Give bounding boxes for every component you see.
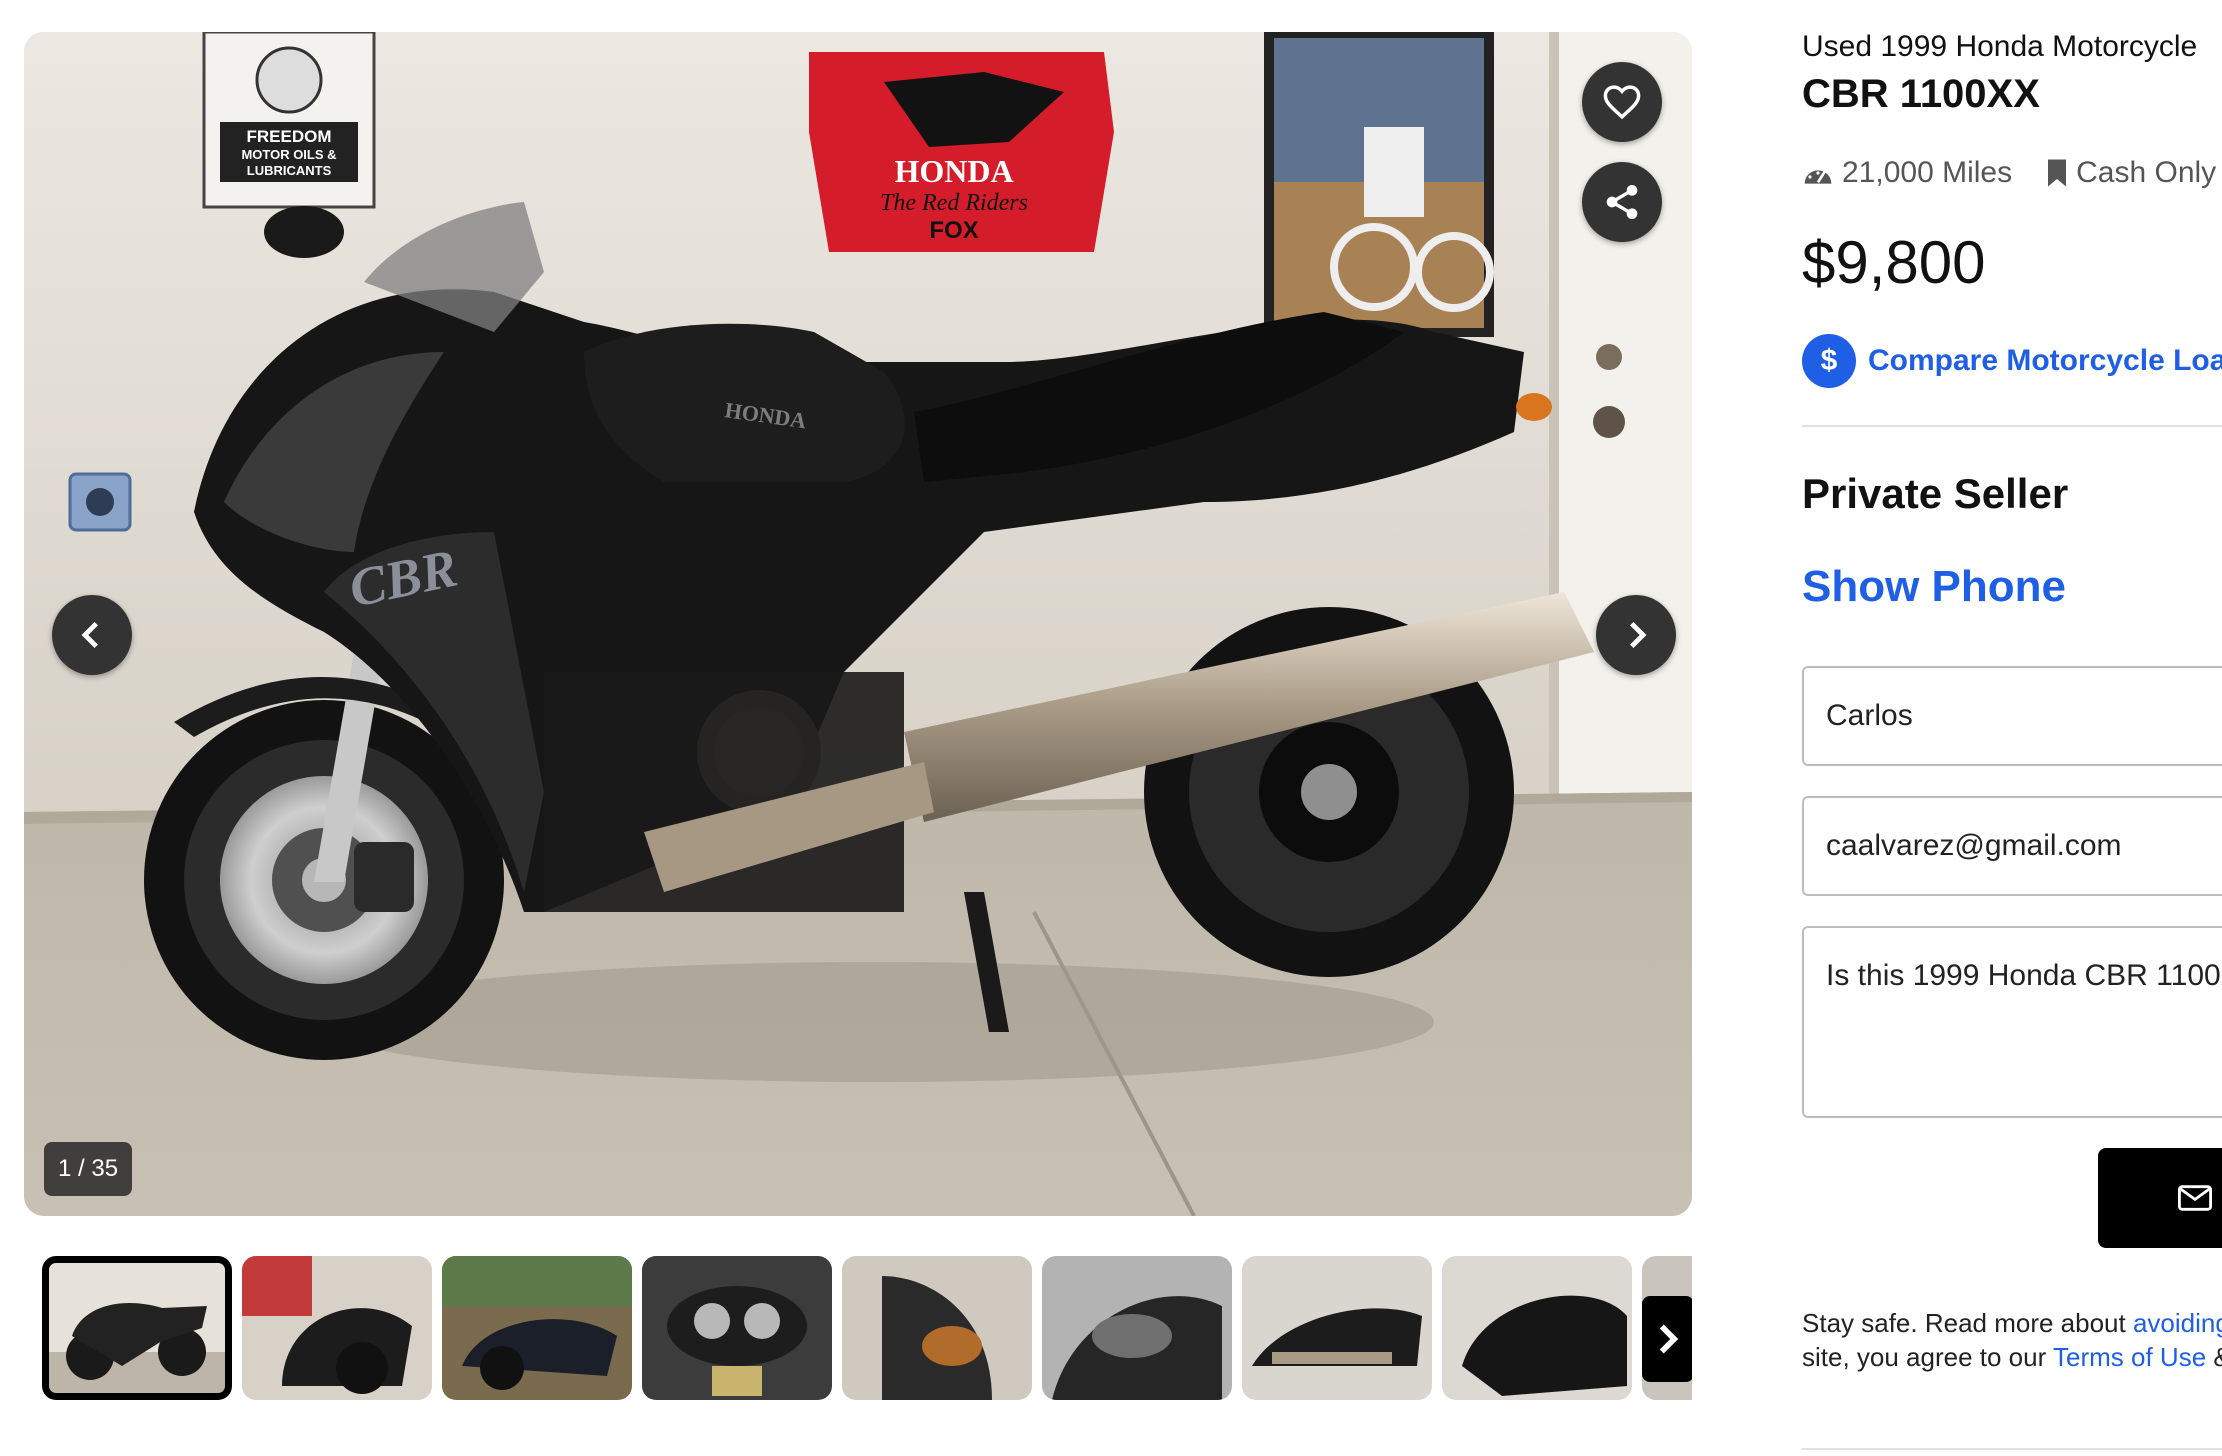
safety-notice-line-2: site, you agree to our Terms of Use &	[1802, 1340, 2222, 1374]
thumbnail-6[interactable]	[1042, 1256, 1232, 1400]
thumbnail-8[interactable]	[1442, 1256, 1632, 1400]
photo-counter: 1 / 35	[44, 1142, 133, 1196]
next-photo-button[interactable]	[1596, 595, 1676, 675]
compare-loans-link[interactable]: $ Compare Motorcycle Loans	[1802, 334, 2222, 388]
seller-type: Private Seller	[1802, 470, 2069, 517]
bookmark-icon	[2048, 159, 2067, 187]
name-field[interactable]: Carlos	[1802, 666, 2222, 766]
mileage-item: 21,000 Miles	[1802, 156, 2012, 190]
honda-sign-line-2: The Red Riders	[880, 190, 1028, 216]
terms-agree-text: site, you agree to our	[1802, 1342, 2054, 1372]
thumbnail-7[interactable]	[1242, 1256, 1432, 1400]
thumbnail-4[interactable]	[642, 1256, 832, 1400]
thumbnail-next-button[interactable]	[1642, 1296, 1692, 1382]
freedom-sign-line-2: MOTOR OILS &	[241, 147, 336, 162]
listing-meta: 21,000 Miles Cash Only	[1802, 156, 2222, 190]
safety-notice: Stay safe. Read more about avoiding scam…	[1802, 1306, 2222, 1374]
listing-subtitle: Used 1999 Honda Motorcycle	[1802, 30, 2198, 63]
thumbnail-image	[642, 1256, 832, 1400]
share-icon	[1606, 185, 1638, 219]
thumbnail-image	[1242, 1256, 1432, 1400]
thumbnail-3[interactable]	[442, 1256, 632, 1400]
dollar-icon: $	[1802, 334, 1856, 388]
motorcycle-photo: FREEDOM MOTOR OILS & LUBRICANTS HONDA Th…	[24, 32, 1692, 1216]
main-photo-viewer[interactable]: FREEDOM MOTOR OILS & LUBRICANTS HONDA Th…	[24, 32, 1692, 1216]
listing-price: $9,800	[1802, 229, 1986, 296]
compare-loans-label: Compare Motorcycle Loans	[1868, 344, 2222, 377]
thumbnail-2[interactable]	[242, 1256, 432, 1400]
thumbnail-strip	[42, 1256, 1692, 1402]
thumbnail-image	[1042, 1256, 1232, 1400]
listing-details-panel: Used 1999 Honda Motorcycle CBR 1100XX 21…	[1802, 0, 2222, 1456]
section-divider	[1802, 425, 2222, 427]
envelope-icon	[2178, 1185, 2212, 1211]
thumbnail-image	[442, 1256, 632, 1400]
safety-notice-text: Stay safe. Read more about	[1802, 1308, 2133, 1338]
terms-tail-text: &	[2206, 1342, 2222, 1372]
honda-sign-line-3: FOX	[929, 217, 978, 244]
honda-sign-line-1: HONDA	[894, 153, 1013, 189]
previous-photo-button[interactable]	[52, 595, 132, 675]
thumbnail-1[interactable]	[42, 1256, 232, 1400]
chevron-right-icon	[1630, 621, 1647, 649]
avoiding-scams-link[interactable]: avoiding scams	[2133, 1308, 2222, 1338]
thumbnail-image	[242, 1256, 432, 1400]
freedom-sign-line-3: LUBRICANTS	[247, 163, 332, 178]
bottom-divider	[1802, 1448, 2222, 1450]
thumbnail-image	[1442, 1256, 1632, 1400]
mileage-text: 21,000 Miles	[1842, 156, 2013, 189]
thumbnail-image	[842, 1256, 1032, 1400]
thumbnail-5[interactable]	[842, 1256, 1032, 1400]
message-field[interactable]: Is this 1999 Honda CBR 1100XX still avai…	[1802, 926, 2222, 1118]
chevron-right-icon	[1659, 1324, 1679, 1354]
email-field[interactable]: caalvarez@gmail.com	[1802, 796, 2222, 896]
chevron-left-icon	[81, 621, 98, 649]
speedometer-icon	[1804, 170, 1832, 184]
terms-of-use-link[interactable]: Terms of Use	[2053, 1342, 2206, 1372]
favorite-button[interactable]	[1582, 62, 1662, 142]
listing-title: CBR 1100XX	[1802, 72, 2040, 116]
freedom-sign-line-1: FREEDOM	[247, 127, 332, 146]
send-message-button[interactable]	[2098, 1148, 2222, 1248]
payment-item: Cash Only	[2046, 156, 2216, 190]
safety-notice-line-1: Stay safe. Read more about avoiding scam…	[1802, 1306, 2222, 1340]
heart-icon	[1603, 85, 1641, 120]
share-button[interactable]	[1582, 162, 1662, 242]
show-phone-link[interactable]: Show Phone	[1802, 562, 2066, 612]
payment-text: Cash Only	[2076, 156, 2217, 189]
thumbnail-image	[42, 1256, 232, 1400]
